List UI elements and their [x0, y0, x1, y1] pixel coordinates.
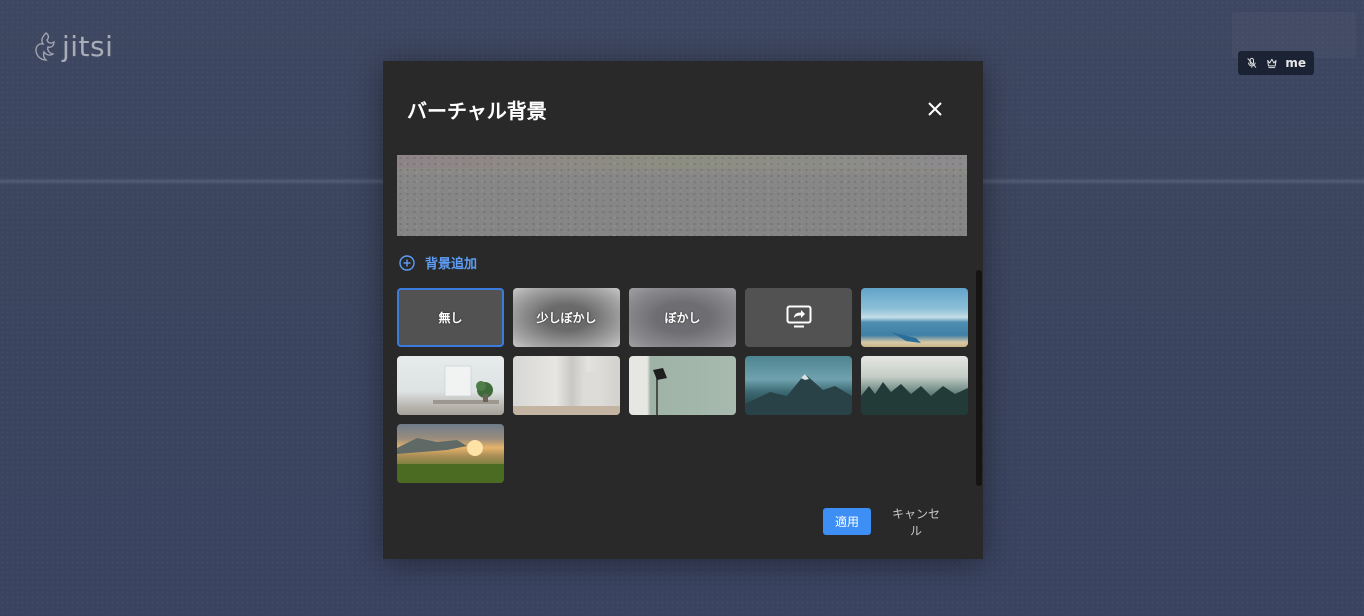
add-background-button[interactable]: 背景追加	[399, 253, 477, 272]
plus-circle-icon	[399, 254, 415, 271]
empty-room-graphic	[513, 372, 620, 415]
logo-text: jitsi	[62, 30, 114, 63]
option-blur-label: ぼかし	[664, 311, 701, 325]
dialog-title: バーチャル背景	[407, 99, 547, 123]
option-slight-blur[interactable]: 少しぼかし	[513, 288, 620, 347]
dialog-scrollbar[interactable]	[976, 270, 982, 486]
option-image-forest[interactable]	[861, 356, 968, 415]
option-image-mountain[interactable]	[745, 356, 852, 415]
close-button[interactable]	[923, 97, 947, 121]
option-share-desktop[interactable]	[745, 288, 852, 347]
option-none-label: 無し	[438, 311, 463, 325]
mountain-graphic	[745, 374, 852, 415]
cancel-button[interactable]: キャンセル	[881, 507, 951, 538]
mic-off-icon	[1247, 57, 1257, 68]
share-desktop-icon	[786, 305, 812, 328]
preview-texture	[397, 155, 967, 236]
participant-name: me	[1285, 56, 1306, 70]
beach-boat-graphic	[891, 332, 921, 343]
virtual-background-dialog: バーチャル背景 背景追加 無し 少しぼかし ぼかし 適用 キャンセル	[383, 61, 983, 559]
forest-graphic	[861, 382, 968, 415]
option-none[interactable]: 無し	[397, 288, 504, 347]
option-blur[interactable]: ぼかし	[629, 288, 736, 347]
option-image-empty-room[interactable]	[513, 356, 620, 415]
close-icon	[928, 102, 942, 116]
crown-icon	[1266, 58, 1277, 69]
apply-button[interactable]: 適用	[823, 508, 871, 535]
sunset-field-graphic	[397, 438, 504, 483]
option-slight-blur-label: 少しぼかし	[536, 311, 597, 325]
watermark-logo: jitsi	[32, 30, 113, 63]
option-image-sunset-field[interactable]	[397, 424, 504, 483]
add-background-label: 背景追加	[425, 257, 478, 272]
local-participant-badge[interactable]: me	[1238, 51, 1314, 75]
background-preview	[397, 155, 967, 236]
option-image-lamp[interactable]	[629, 356, 736, 415]
option-image-beach[interactable]	[861, 288, 968, 347]
lamp-graphic	[653, 368, 667, 415]
room-plant-graphic	[433, 365, 499, 404]
jitsi-logo-icon	[35, 31, 55, 61]
option-image-room-plant[interactable]	[397, 356, 504, 415]
